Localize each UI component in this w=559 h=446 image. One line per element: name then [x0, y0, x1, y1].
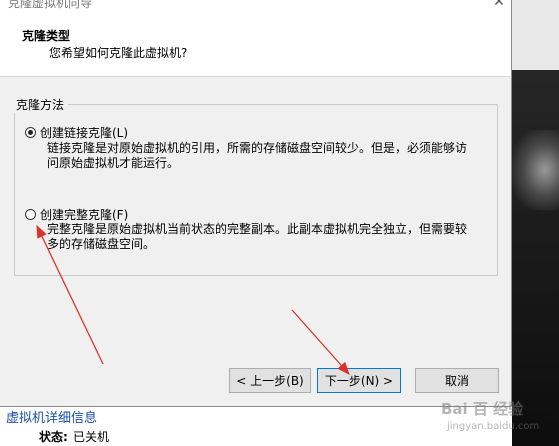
vm-details-area: 虚拟机详细信息 状态: 已关机 — [0, 407, 512, 446]
background-app-panel — [512, 0, 559, 446]
full-clone-description: 完整克隆是原始虚拟机当前状态的完整副本。此副本虚拟机完全独立，但需要较多的存储磁… — [47, 222, 468, 251]
dialog-title: 克隆虚拟机向导 — [8, 0, 93, 10]
cancel-button[interactable]: 取消 — [415, 368, 499, 393]
linked-clone-radio[interactable] — [25, 127, 36, 138]
wizard-header: 克隆类型 您希望如何克隆此虚拟机? — [0, 14, 511, 77]
linked-clone-description: 链接克隆是对原始虚拟机的引用，所需的存储磁盘空间较少。但是，必须能够访问原始虚拟… — [47, 141, 468, 170]
clone-method-legend: 克隆方法 — [12, 96, 69, 113]
status-label: 状态: — [39, 430, 68, 444]
watermark-logo: Bai 百 经验 — [441, 400, 524, 418]
back-button[interactable]: < 上一步(B) — [229, 368, 311, 393]
background-app-highlight — [512, 130, 559, 210]
watermark-url: jingyan.baidu.com — [447, 421, 540, 432]
page-title: 克隆类型 — [22, 29, 71, 43]
next-button[interactable]: 下一步(N) > — [317, 368, 401, 393]
full-clone-radio[interactable] — [25, 209, 36, 220]
full-clone-label: 创建完整克隆(F) — [40, 208, 129, 222]
linked-clone-option[interactable]: 创建链接克隆(L) — [25, 124, 128, 141]
dialog-titlebar: 克隆虚拟机向导 ✕ — [0, 0, 511, 14]
status-value: 已关机 — [73, 430, 110, 444]
full-clone-option[interactable]: 创建完整克隆(F) — [25, 206, 128, 223]
vm-details-link[interactable]: 虚拟机详细信息 — [6, 407, 97, 426]
clone-wizard-dialog: 克隆虚拟机向导 ✕ 克隆类型 您希望如何克隆此虚拟机? 克隆方法 创建链接克隆(… — [0, 0, 512, 407]
close-icon[interactable]: ✕ — [488, 0, 510, 11]
background-app-toolbar — [512, 0, 559, 70]
radio-selected-dot — [28, 130, 33, 135]
linked-clone-label: 创建链接克隆(L) — [40, 126, 129, 140]
page-subtitle: 您希望如何克隆此虚拟机? — [49, 46, 188, 60]
